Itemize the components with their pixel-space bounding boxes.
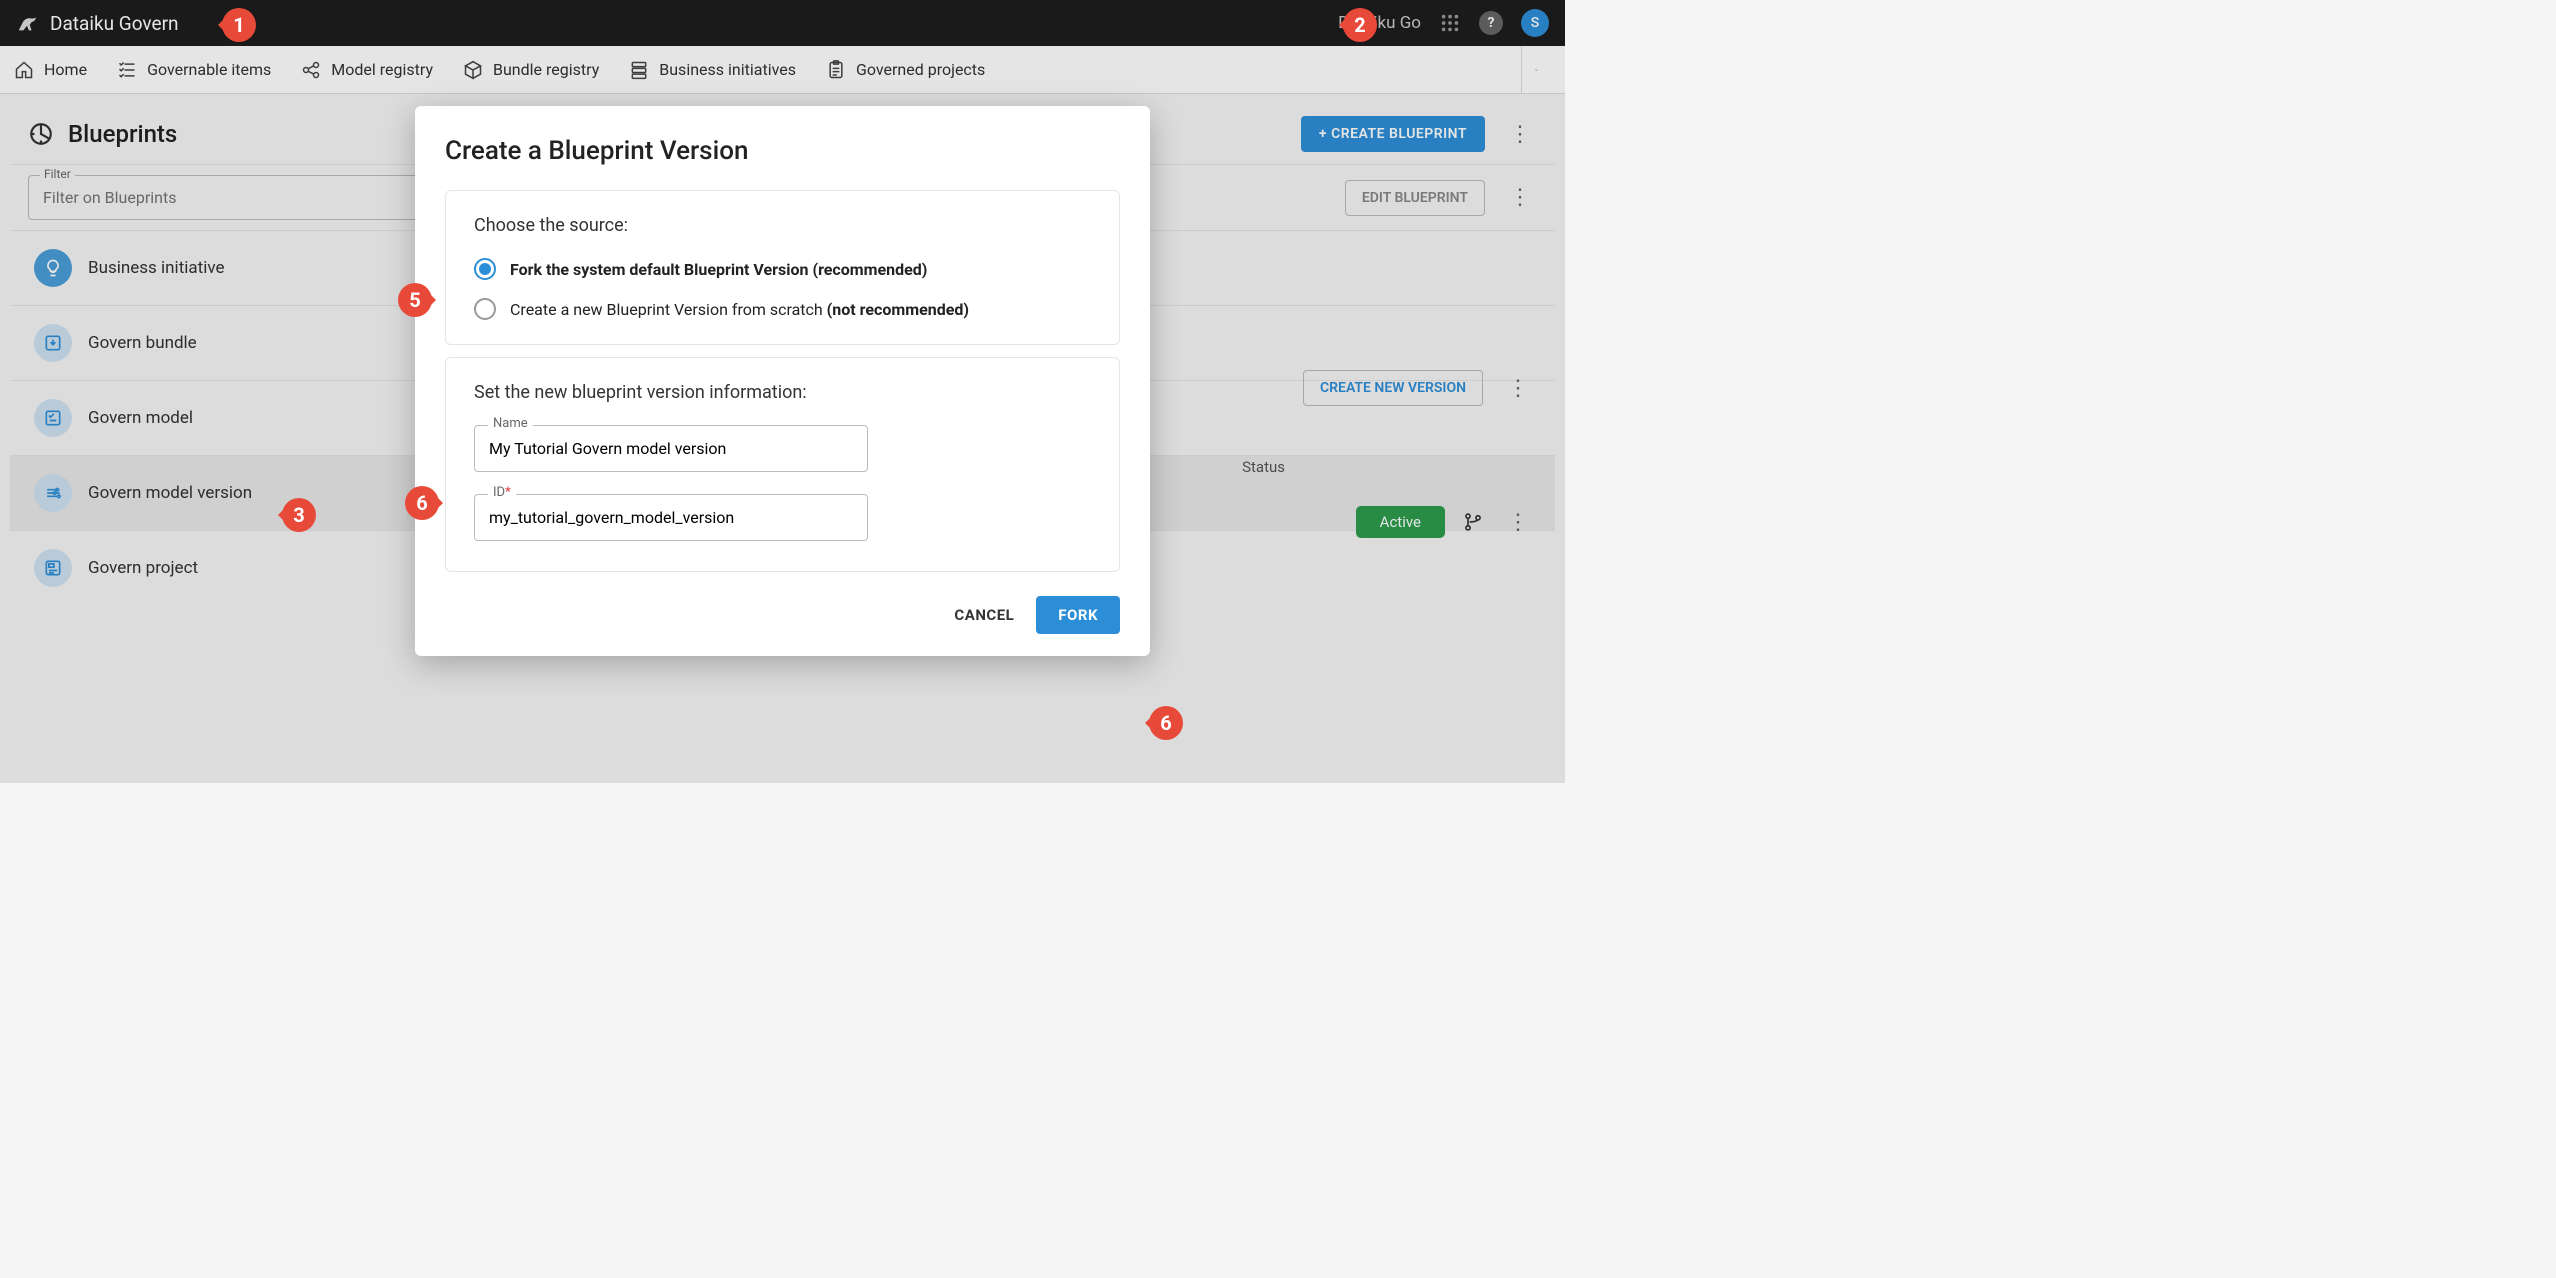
checklist-icon — [117, 60, 137, 80]
clipboard-icon — [826, 60, 846, 80]
project-box-icon — [34, 549, 72, 587]
name-input[interactable] — [474, 425, 868, 472]
filter-kebab-icon[interactable]: ⋮ — [1503, 185, 1537, 210]
sliders-icon — [34, 474, 72, 512]
app-title: Dataiku Govern — [50, 12, 179, 35]
modal-title: Create a Blueprint Version — [445, 136, 1120, 166]
topbar-right: Dataiku Go ? S — [1338, 9, 1549, 37]
nav-label: Home — [44, 60, 87, 79]
nav-label: Business initiatives — [659, 60, 796, 79]
radio-fork-option[interactable]: Fork the system default Blueprint Versio… — [474, 258, 1091, 280]
nav-home[interactable]: Home — [14, 60, 87, 80]
radio-scratch-bold: (not recommended) — [827, 300, 969, 319]
home-icon — [14, 60, 34, 80]
status-badge: Active — [1356, 506, 1445, 538]
modal-footer: CANCEL FORK — [445, 596, 1120, 634]
filter-label: Filter — [40, 167, 75, 181]
navbar: Home Governable items Model registry Bun… — [0, 46, 1565, 94]
checklist-box-icon — [34, 399, 72, 437]
radio-fork-bold: (recommended) — [812, 260, 927, 279]
source-section: Choose the source: Fork the system defau… — [445, 190, 1120, 345]
header-kebab-icon[interactable]: ⋮ — [1503, 122, 1537, 147]
help-icon[interactable]: ? — [1479, 11, 1503, 35]
filter-actions: EDIT BLUEPRINT ⋮ — [1345, 180, 1537, 216]
page-title: Blueprints — [68, 120, 177, 148]
apps-grid-icon[interactable] — [1439, 12, 1461, 34]
id-input[interactable] — [474, 494, 868, 541]
branch-icon[interactable] — [1463, 512, 1483, 532]
nav-business-initiatives[interactable]: Business initiatives — [629, 60, 796, 80]
version-kebab-icon[interactable]: ⋮ — [1501, 376, 1535, 401]
blueprint-name: Govern bundle — [88, 333, 197, 353]
cube-icon — [463, 60, 483, 80]
topbar: Dataiku Govern Dataiku Go ? S — [0, 0, 1565, 46]
chevron-down-icon — [1534, 61, 1539, 79]
create-blueprint-version-modal: Create a Blueprint Version Choose the so… — [415, 106, 1150, 656]
status-kebab-icon[interactable]: ⋮ — [1501, 510, 1535, 535]
callout-6b: 6 — [1149, 706, 1183, 740]
create-version-row: CREATE NEW VERSION ⋮ — [1303, 370, 1535, 406]
download-box-icon — [34, 324, 72, 362]
radio-scratch-text: Create a new Blueprint Version from scra… — [510, 300, 827, 319]
status-header: Status — [1242, 458, 1285, 476]
name-label: Name — [488, 416, 533, 431]
nav-model-registry[interactable]: Model registry — [301, 60, 433, 80]
create-blueprint-button[interactable]: + CREATE BLUEPRINT — [1301, 116, 1485, 152]
bulb-icon — [34, 249, 72, 287]
status-row: Active ⋮ — [1356, 506, 1535, 538]
radio-fork-text: Fork the system default Blueprint Versio… — [510, 260, 812, 279]
name-field: Name — [474, 425, 1091, 472]
nav-label: Governable items — [147, 60, 271, 79]
nav-governable[interactable]: Governable items — [117, 60, 271, 80]
header-actions: + CREATE BLUEPRINT ⋮ — [1301, 116, 1537, 152]
id-label: ID — [493, 485, 505, 500]
blueprint-name: Business initiative — [88, 258, 224, 278]
id-field: ID* — [474, 494, 1091, 541]
tenant-name[interactable]: Dataiku Go — [1338, 13, 1421, 33]
nav-expand[interactable] — [1521, 46, 1551, 93]
blueprint-name: Govern model version — [88, 483, 252, 503]
radio-unchecked-icon — [474, 298, 496, 320]
source-section-title: Choose the source: — [474, 215, 1091, 236]
share-nodes-icon — [301, 60, 321, 80]
nav-governed-projects[interactable]: Governed projects — [826, 60, 985, 80]
edit-blueprint-button[interactable]: EDIT BLUEPRINT — [1345, 180, 1485, 216]
info-section-title: Set the new blueprint version informatio… — [474, 382, 1091, 403]
title-group: Blueprints — [28, 120, 177, 148]
nav-label: Governed projects — [856, 60, 985, 79]
radio-checked-icon — [474, 258, 496, 280]
cancel-button[interactable]: CANCEL — [954, 606, 1014, 624]
create-new-version-button[interactable]: CREATE NEW VERSION — [1303, 370, 1483, 406]
nav-label: Model registry — [331, 60, 433, 79]
blueprint-name: Govern model — [88, 408, 193, 428]
blueprint-section-icon — [28, 121, 54, 147]
logo-group: Dataiku Govern — [16, 12, 179, 35]
bird-logo-icon — [16, 12, 38, 34]
stack-icon — [629, 60, 649, 80]
nav-bundle-registry[interactable]: Bundle registry — [463, 60, 599, 80]
blueprint-name: Govern project — [88, 558, 198, 578]
fork-button[interactable]: FORK — [1036, 596, 1120, 634]
radio-scratch-option[interactable]: Create a new Blueprint Version from scra… — [474, 298, 1091, 320]
nav-label: Bundle registry — [493, 60, 599, 79]
user-avatar[interactable]: S — [1521, 9, 1549, 37]
info-section: Set the new blueprint version informatio… — [445, 357, 1120, 572]
